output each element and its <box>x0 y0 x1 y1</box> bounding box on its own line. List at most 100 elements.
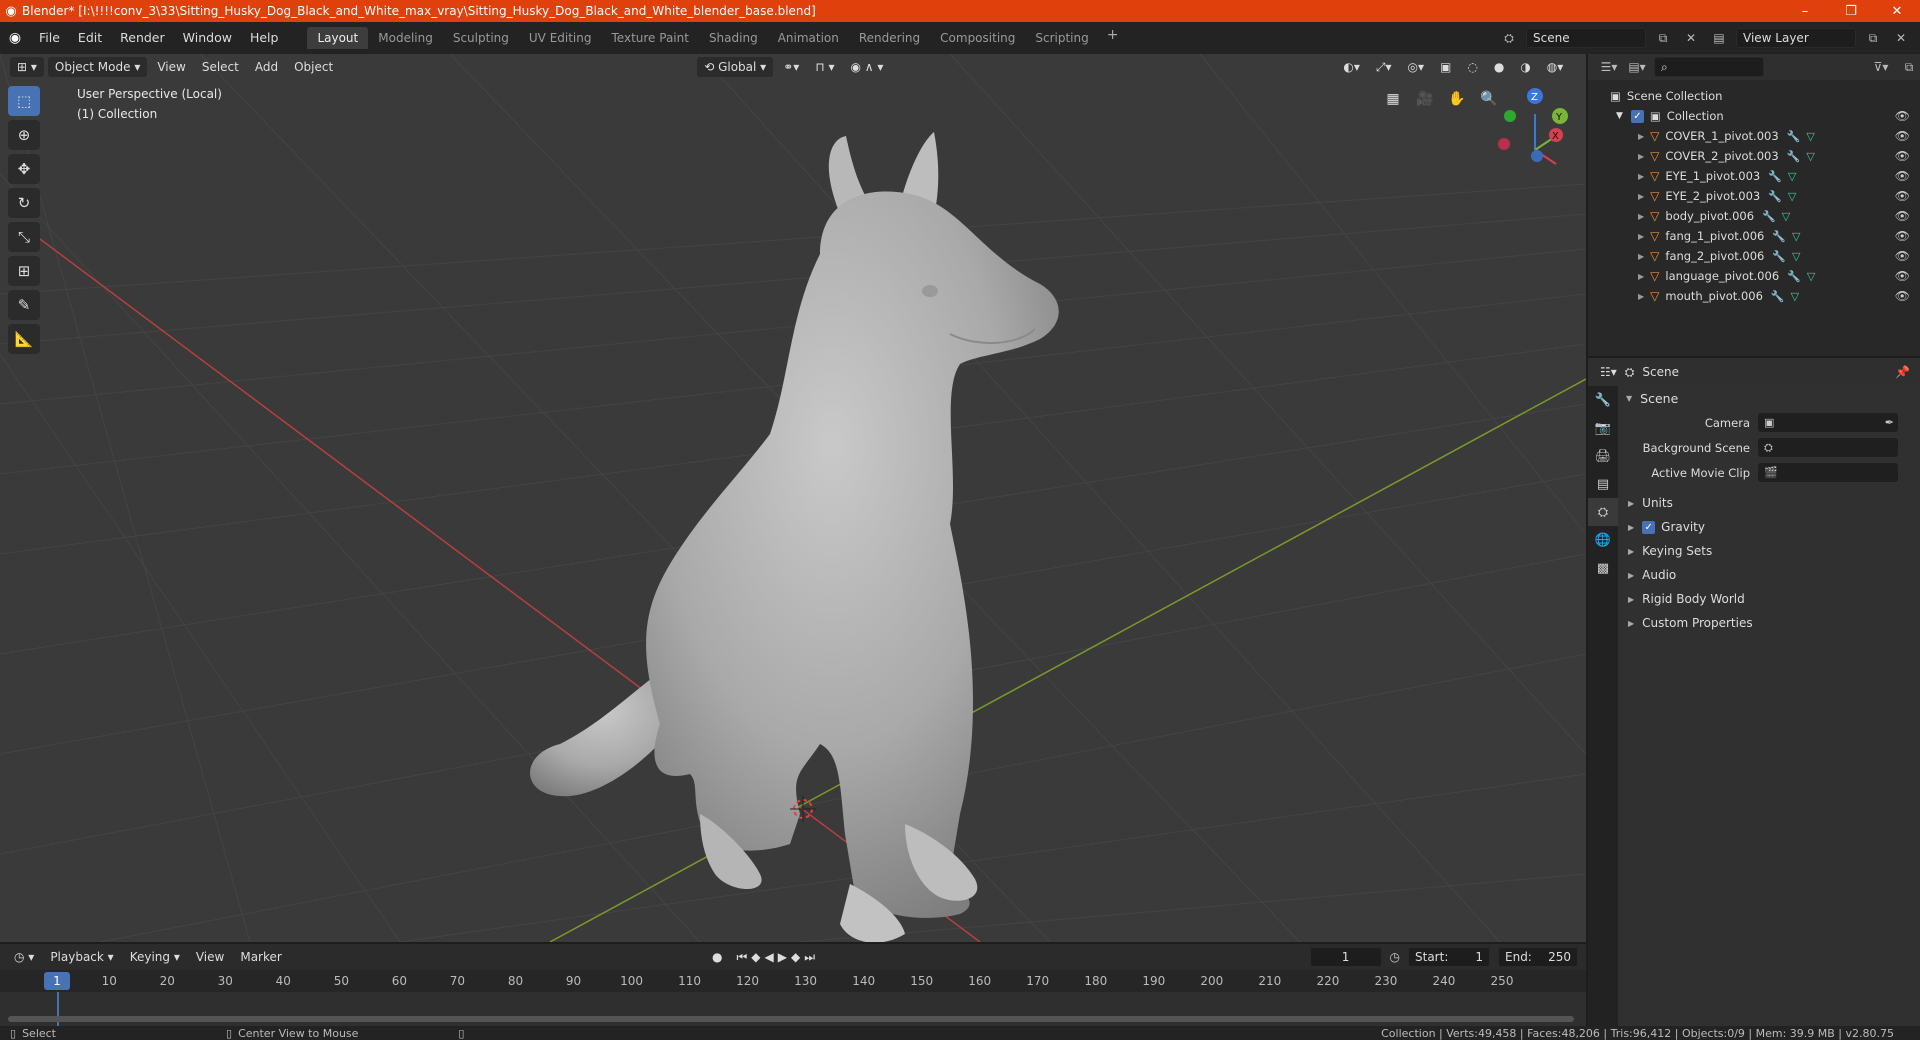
viewport-menu-select[interactable]: Select <box>196 57 245 77</box>
mesh-data-icon[interactable]: ▽ <box>1807 270 1815 283</box>
outliner-object-row[interactable]: ▶ ▽ body_pivot.006 🔧 ▽ 👁 <box>1588 206 1920 226</box>
view-layer-field[interactable]: View Layer <box>1736 28 1856 48</box>
outliner-object-row[interactable]: ▶ ▽ language_pivot.006 🔧 ▽ 👁 <box>1588 266 1920 286</box>
camera-field[interactable]: ▣ ✒ <box>1758 413 1898 432</box>
gizmo-toggle-icon[interactable]: ⤢▾ <box>1370 57 1398 77</box>
outliner-editor-type-icon[interactable]: ☰▾ <box>1598 57 1620 77</box>
timeline-menu-playback[interactable]: Playback ▾ <box>44 947 119 967</box>
select-box-icon[interactable]: ⬚ <box>8 86 40 116</box>
scene-panel-header[interactable]: ▼ Scene <box>1618 386 1920 410</box>
expand-arrow-icon[interactable]: ▶ <box>1638 212 1644 221</box>
jump-start-icon[interactable]: ⏮ <box>736 950 747 965</box>
close-button[interactable]: ✕ <box>1874 0 1920 22</box>
collection-checkbox[interactable]: ✓ <box>1630 109 1644 123</box>
outliner-object-row[interactable]: ▶ ▽ COVER_2_pivot.003 🔧 ▽ 👁 <box>1588 146 1920 166</box>
3d-viewport[interactable]: Z Y X ⊞ ▾ Object Mode ▾ View Select Add … <box>0 54 1586 942</box>
outliner-object-row[interactable]: ▶ ▽ fang_1_pivot.006 🔧 ▽ 👁 <box>1588 226 1920 246</box>
shading-material-icon[interactable]: ◑ <box>1514 57 1536 77</box>
tab-animation[interactable]: Animation <box>768 27 849 49</box>
current-frame-indicator[interactable]: 1 <box>44 972 70 990</box>
timeline-menu-keying[interactable]: Keying ▾ <box>124 947 186 967</box>
gravity-checkbox[interactable]: ✓ <box>1642 520 1656 534</box>
outliner-display-mode-icon[interactable]: ▤▾ <box>1626 57 1648 77</box>
outliner-object-row[interactable]: ▶ ▽ EYE_1_pivot.003 🔧 ▽ 👁 <box>1588 166 1920 186</box>
mesh-data-icon[interactable]: ▽ <box>1792 250 1800 263</box>
collapse-arrow-icon[interactable]: ▼ <box>1616 111 1623 121</box>
tool-tab-icon[interactable]: 🔧 <box>1588 386 1618 414</box>
visibility-eye-icon[interactable]: 👁 <box>1895 129 1910 143</box>
filter-icon[interactable]: ⊽▾ <box>1870 57 1892 77</box>
scene-tab-icon[interactable]: ⛭ <box>1588 498 1618 526</box>
new-view-layer-icon[interactable]: ⧉ <box>1862 28 1884 48</box>
movie-clip-field[interactable]: 🎬 <box>1758 463 1898 482</box>
output-tab-icon[interactable]: 🖨 <box>1588 442 1618 470</box>
outliner-scene-collection[interactable]: ▣ Scene Collection <box>1588 86 1920 106</box>
delete-scene-icon[interactable]: ✕ <box>1680 28 1702 48</box>
modifier-wrench-icon[interactable]: 🔧 <box>1768 170 1782 183</box>
tab-sculpting[interactable]: Sculpting <box>443 27 519 49</box>
shading-solid-icon[interactable]: ● <box>1488 57 1510 77</box>
render-tab-icon[interactable]: 📷 <box>1588 414 1618 442</box>
menu-render[interactable]: Render <box>111 27 174 49</box>
jump-end-icon[interactable]: ⏭ <box>804 950 815 965</box>
timeline-track[interactable] <box>0 992 1586 1026</box>
timeline-menu-view[interactable]: View <box>190 947 230 967</box>
timeline-ruler[interactable]: 1 10 20 30 40 50 60 70 80 90 100 110 120 130 140 150 160… <box>0 970 1586 992</box>
rotate-tool-icon[interactable]: ↻ <box>8 188 40 218</box>
menu-edit[interactable]: Edit <box>69 27 111 49</box>
new-collection-icon[interactable]: ⧉ <box>1898 57 1920 77</box>
new-scene-icon[interactable]: ⧉ <box>1652 28 1674 48</box>
scene-icon[interactable]: ⛭ <box>1498 28 1520 48</box>
outliner-collection[interactable]: ▼ ✓ ▣ Collection 👁 <box>1588 106 1920 126</box>
mesh-data-icon[interactable]: ▽ <box>1782 210 1790 223</box>
scene-field[interactable]: Scene <box>1526 28 1646 48</box>
next-key-icon[interactable]: ◆ <box>791 950 800 964</box>
panel-audio[interactable]: ▶ Audio <box>1618 563 1920 587</box>
add-workspace-button[interactable]: + <box>1099 27 1127 49</box>
mesh-data-icon[interactable]: ▽ <box>1788 170 1796 183</box>
tab-compositing[interactable]: Compositing <box>930 27 1025 49</box>
shading-wireframe-icon[interactable]: ◌ <box>1461 57 1483 77</box>
expand-arrow-icon[interactable]: ▶ <box>1638 272 1644 281</box>
view-layer-tab-icon[interactable]: ▤ <box>1588 470 1618 498</box>
play-icon[interactable]: ▶ <box>778 950 787 964</box>
blender-menu-icon[interactable]: ◉ <box>0 30 30 46</box>
viewport-menu-add[interactable]: Add <box>249 57 284 77</box>
visibility-eye-icon[interactable]: 👁 <box>1895 249 1910 263</box>
toggle-grid-icon[interactable]: ▦ <box>1380 86 1406 112</box>
measure-tool-icon[interactable]: 📐 <box>8 324 40 354</box>
expand-arrow-icon[interactable]: ▶ <box>1638 132 1644 141</box>
panel-custom-properties[interactable]: ▶ Custom Properties <box>1618 611 1920 635</box>
pivot-point-icon[interactable]: ⚭▾ <box>777 57 805 77</box>
tab-shading[interactable]: Shading <box>699 27 768 49</box>
panel-units[interactable]: ▶ Units <box>1618 491 1920 515</box>
auto-keying-icon[interactable]: ◷ <box>1390 950 1400 964</box>
menu-help[interactable]: Help <box>241 27 288 49</box>
visibility-icon[interactable]: ◐▾ <box>1337 57 1366 77</box>
proportional-edit-icon[interactable]: ◉ ∧ ▾ <box>844 57 889 77</box>
transform-tool-icon[interactable]: ⊞ <box>8 256 40 286</box>
tab-uv-editing[interactable]: UV Editing <box>519 27 602 49</box>
modifier-wrench-icon[interactable]: 🔧 <box>1771 290 1785 303</box>
panel-gravity[interactable]: ▶ ✓ Gravity <box>1618 515 1920 539</box>
tab-rendering[interactable]: Rendering <box>849 27 930 49</box>
maximize-button[interactable]: ❐ <box>1828 0 1874 22</box>
expand-arrow-icon[interactable]: ▶ <box>1638 152 1644 161</box>
tab-scripting[interactable]: Scripting <box>1025 27 1098 49</box>
current-frame-field[interactable]: 1 <box>1309 947 1382 967</box>
mesh-data-icon[interactable]: ▽ <box>1792 230 1800 243</box>
timeline-menu-marker[interactable]: Marker <box>234 947 287 967</box>
texture-tab-icon[interactable]: ▩ <box>1588 554 1618 582</box>
modifier-wrench-icon[interactable]: 🔧 <box>1787 150 1801 163</box>
world-tab-icon[interactable]: 🌐 <box>1588 526 1618 554</box>
properties-editor-type-icon[interactable]: ☷▾ <box>1600 365 1617 379</box>
visibility-eye-icon[interactable]: 👁 <box>1895 149 1910 163</box>
modifier-wrench-icon[interactable]: 🔧 <box>1772 230 1786 243</box>
outliner-search-input[interactable]: ⌕ <box>1654 57 1764 77</box>
tab-layout[interactable]: Layout <box>307 27 369 49</box>
object-mode-dropdown[interactable]: Object Mode ▾ <box>47 57 148 77</box>
play-reverse-icon[interactable]: ◀ <box>765 950 774 964</box>
expand-arrow-icon[interactable]: ▶ <box>1638 292 1644 301</box>
tab-texture-paint[interactable]: Texture Paint <box>602 27 699 49</box>
pin-icon[interactable]: 📌 <box>1895 365 1910 379</box>
